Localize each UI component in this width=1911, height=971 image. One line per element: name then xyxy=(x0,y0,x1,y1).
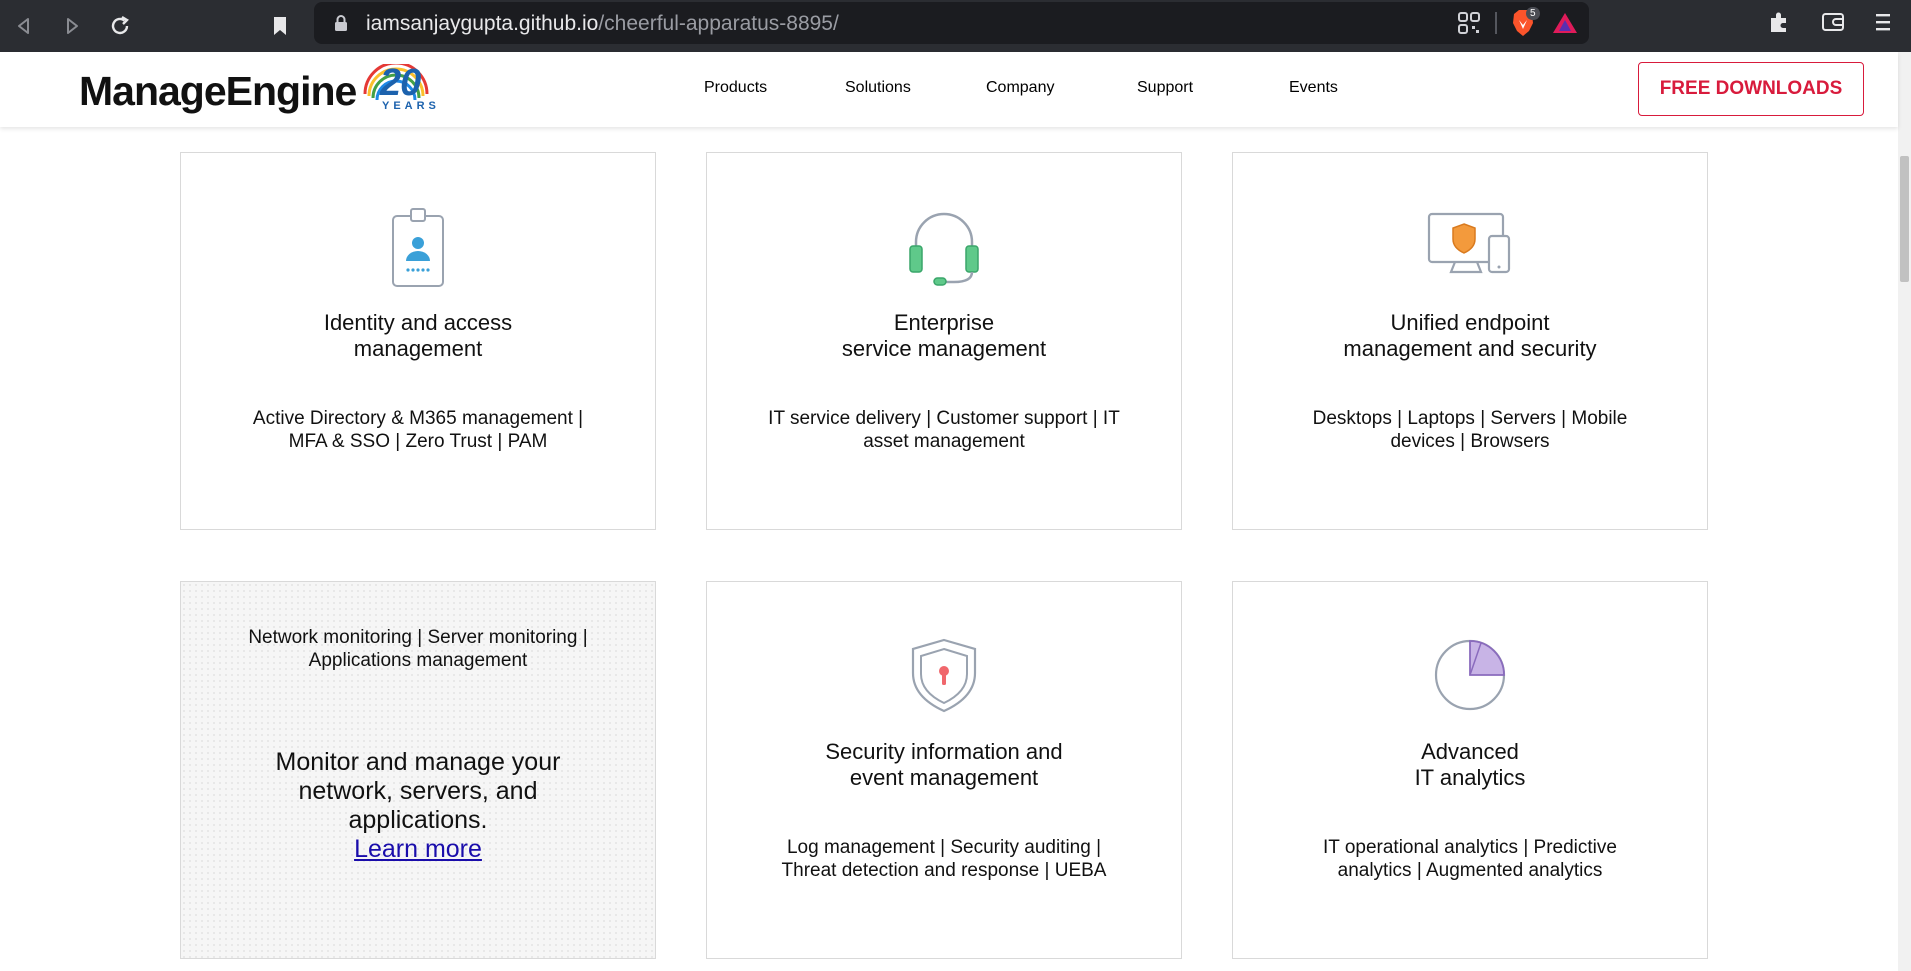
card-description: Active Directory & M365 management | MFA … xyxy=(252,408,584,452)
card-enterprise-service[interactable]: Enterprise service management IT service … xyxy=(706,152,1182,530)
url-text: iamsanjaygupta.github.io/cheerful-appara… xyxy=(366,12,839,35)
anniversary-number: 20 xyxy=(380,62,421,104)
learn-more-link[interactable]: Learn more xyxy=(354,835,482,863)
reload-icon xyxy=(111,15,129,35)
card-description: Desktops | Laptops | Servers | Mobile dev… xyxy=(1312,408,1628,452)
nav-support[interactable]: Support xyxy=(1137,79,1193,97)
pie-chart-icon xyxy=(1425,637,1515,717)
back-button[interactable] xyxy=(10,12,38,40)
card-hover-text: Monitor and manage your network, servers… xyxy=(275,748,561,863)
bookmark-icon xyxy=(274,17,286,35)
nav-products[interactable]: Products xyxy=(704,79,767,97)
card-title: Security information and event management xyxy=(825,739,1063,790)
bookmark-button[interactable] xyxy=(266,12,294,40)
card-title: Identity and access management xyxy=(323,310,513,361)
devices-shield-icon xyxy=(1425,208,1515,288)
twenty-years-badge: 20 YEARS xyxy=(380,64,440,112)
card-advanced-analytics[interactable]: Advanced IT analytics IT operational anal… xyxy=(1232,581,1708,959)
card-title: Advanced IT analytics xyxy=(1414,739,1526,790)
nav-events[interactable]: Events xyxy=(1289,79,1338,97)
address-bar[interactable]: iamsanjaygupta.github.io/cheerful-appara… xyxy=(314,2,1589,44)
forward-icon xyxy=(67,18,78,34)
card-identity-access[interactable]: Identity and access management Active Dir… xyxy=(180,152,656,530)
free-downloads-button[interactable]: FREE DOWNLOADS xyxy=(1638,62,1864,116)
card-description: Network monitoring | Server monitoring |… xyxy=(248,627,588,671)
forward-button[interactable] xyxy=(58,12,86,40)
anniversary-label: YEARS xyxy=(382,100,440,112)
brave-shields-button[interactable]: 5 xyxy=(1511,7,1540,37)
card-unified-endpoint[interactable]: Unified endpoint management and security … xyxy=(1232,152,1708,530)
separator xyxy=(1495,12,1497,34)
card-title: Unified endpoint management and security xyxy=(1343,310,1597,361)
nav-company[interactable]: Company xyxy=(986,79,1054,97)
card-title: Enterprise service management xyxy=(841,310,1047,361)
card-description: IT service delivery | Customer support |… xyxy=(768,408,1120,452)
card-network-monitoring[interactable]: Network monitoring | Server monitoring |… xyxy=(180,581,656,959)
lock-icon xyxy=(335,15,347,31)
manageengine-logo[interactable]: ManageEngine xyxy=(79,64,429,114)
headset-icon xyxy=(899,208,989,288)
card-siem[interactable]: Security information and event management… xyxy=(706,581,1182,959)
shields-count-badge: 5 xyxy=(1526,7,1540,20)
brave-rewards-icon[interactable] xyxy=(1551,11,1579,35)
nav-solutions[interactable]: Solutions xyxy=(845,79,911,97)
card-description: Log management | Security auditing | Thre… xyxy=(781,837,1107,881)
id-badge-icon xyxy=(373,208,463,288)
shield-keyhole-icon xyxy=(899,637,989,717)
scrollbar-thumb[interactable] xyxy=(1900,156,1909,282)
reload-button[interactable] xyxy=(106,12,134,40)
browser-toolbar: iamsanjaygupta.github.io/cheerful-appara… xyxy=(0,0,1911,52)
back-icon xyxy=(18,18,29,34)
wallet-icon[interactable] xyxy=(1821,11,1845,33)
card-description: IT operational analytics | Predictive ana… xyxy=(1323,837,1617,881)
extensions-icon[interactable] xyxy=(1767,10,1791,34)
site-header: ManageEngine 20 YEARS Products Solutions… xyxy=(0,52,1898,127)
qr-code-icon[interactable] xyxy=(1457,11,1481,35)
logo-text: ManageEngine xyxy=(79,68,357,114)
menu-icon[interactable] xyxy=(1875,11,1891,33)
